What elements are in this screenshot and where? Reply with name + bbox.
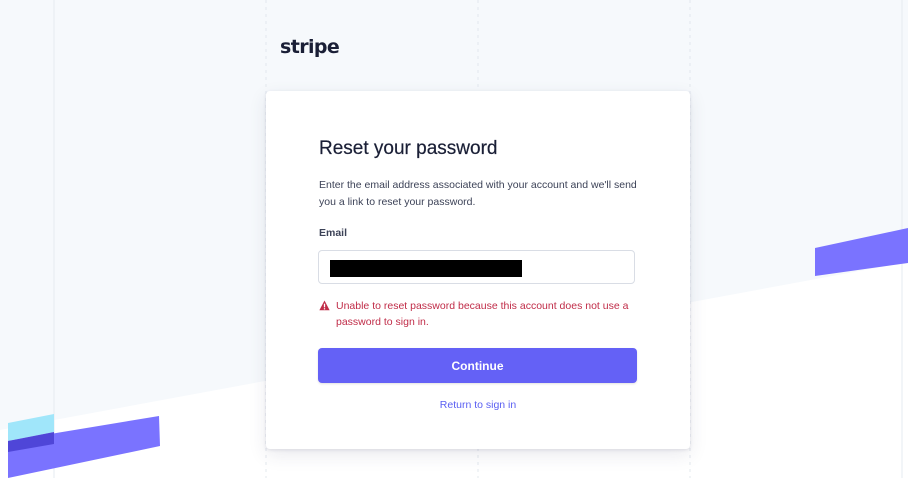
error-text: Unable to reset password because this ac… bbox=[336, 300, 629, 328]
page-title: Reset your password bbox=[319, 138, 498, 159]
redacted-email bbox=[330, 260, 522, 277]
email-label: Email bbox=[319, 227, 348, 239]
continue-button[interactable]: Continue bbox=[318, 348, 637, 383]
reset-password-card: Reset your password Enter the email addr… bbox=[266, 91, 690, 449]
instructions-text: Enter the email address associated with … bbox=[319, 179, 637, 208]
stripe-logo: stripe bbox=[280, 36, 340, 58]
error-message: Unable to reset password because this ac… bbox=[319, 298, 639, 330]
warning-triangle-icon bbox=[319, 300, 330, 311]
return-to-sign-in-link[interactable]: Return to sign in bbox=[266, 399, 690, 411]
